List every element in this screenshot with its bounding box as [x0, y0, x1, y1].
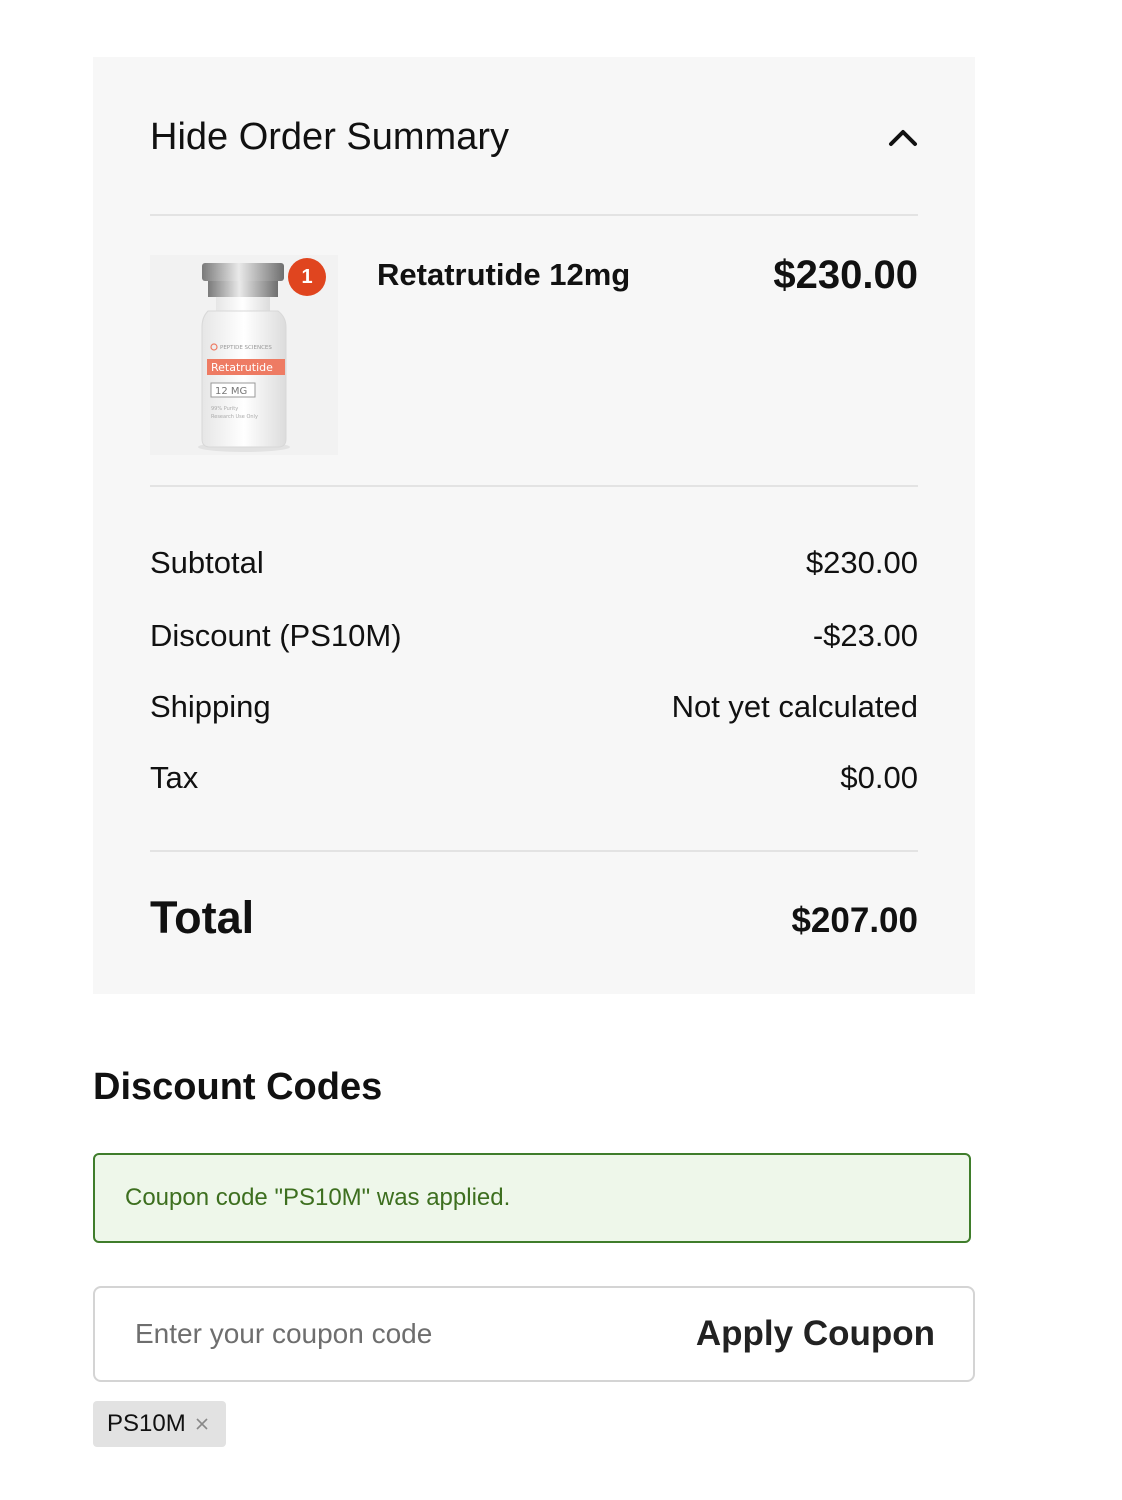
cart-item: PEPTIDE SCIENCES Retatrutide 12 MG 99% P…	[150, 253, 918, 455]
applied-coupon-chip: PS10M	[93, 1401, 226, 1447]
remove-coupon-icon[interactable]	[192, 1414, 212, 1434]
applied-coupon-code: PS10M	[107, 1410, 186, 1437]
total-value: $207.00	[791, 901, 918, 940]
shipping-row: Shipping Not yet calculated	[150, 687, 918, 727]
vial-use-text: Research Use Only	[211, 414, 258, 420]
chevron-up-icon[interactable]	[888, 122, 918, 152]
total-row: Total $207.00	[150, 887, 918, 943]
vial-purity-text: 99% Purity	[211, 406, 238, 412]
vial-name-text: Retatrutide	[211, 361, 273, 374]
discount-value: -$23.00	[812, 618, 918, 653]
order-summary-panel: Hide Order Summary PEPTIDE SCIENCES Reta…	[93, 57, 975, 994]
discount-row: Discount (PS10M) -$23.00	[150, 616, 918, 656]
total-label: Total	[150, 892, 255, 943]
divider	[150, 850, 918, 852]
subtotal-value: $230.00	[805, 545, 918, 580]
product-price: $230.00	[773, 253, 918, 297]
coupon-form: Apply Coupon	[93, 1286, 975, 1382]
vial-dose-text: 12 MG	[215, 386, 247, 397]
coupon-applied-message: Coupon code "PS10M" was applied.	[125, 1184, 511, 1211]
coupon-applied-notice: Coupon code "PS10M" was applied.	[93, 1153, 971, 1243]
shipping-value: Not yet calculated	[671, 689, 918, 724]
discount-codes-heading: Discount Codes	[93, 1066, 383, 1108]
vial-brand-text: PEPTIDE SCIENCES	[220, 345, 272, 351]
tax-row: Tax $0.00	[150, 758, 918, 798]
tax-label: Tax	[150, 760, 199, 795]
subtotal-label: Subtotal	[150, 545, 264, 580]
quantity-badge: 1	[288, 258, 326, 296]
order-summary-title: Hide Order Summary	[150, 115, 509, 158]
product-name: Retatrutide 12mg	[377, 257, 631, 292]
order-summary-toggle[interactable]: Hide Order Summary	[150, 115, 918, 159]
tax-value: $0.00	[840, 760, 918, 795]
divider	[150, 485, 918, 487]
shipping-label: Shipping	[150, 689, 271, 724]
divider	[150, 214, 918, 216]
subtotal-row: Subtotal $230.00	[150, 543, 918, 583]
coupon-code-input[interactable]	[133, 1317, 637, 1351]
apply-coupon-button[interactable]: Apply Coupon	[696, 1314, 935, 1354]
discount-label: Discount (PS10M)	[150, 618, 402, 653]
